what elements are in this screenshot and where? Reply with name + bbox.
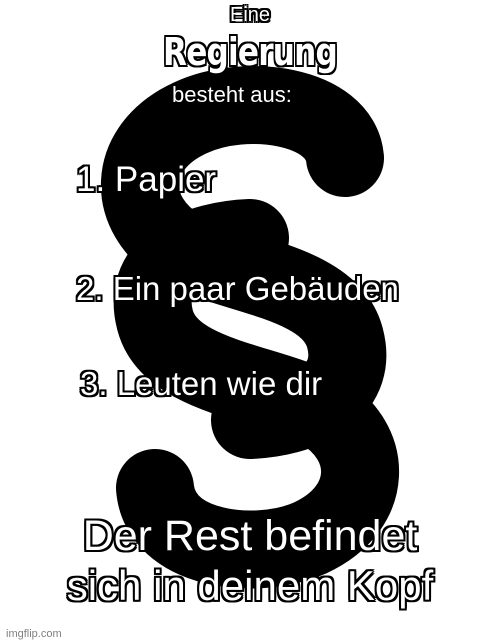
list-item: 2. Ein paar Gebäuden — [76, 270, 399, 307]
intro-text: Eine — [229, 4, 271, 26]
meme-canvas: Eine Regierung besteht aus: 1. Papier 2.… — [0, 0, 500, 643]
predicate-text: besteht aus: — [172, 82, 292, 107]
conclusion-line-1: Der Rest befindet — [82, 512, 418, 560]
list-item: 1. Papier — [76, 160, 217, 199]
watermark: imgflip.com — [6, 628, 62, 640]
list-item: 3. Leuten wie dir — [80, 365, 323, 402]
conclusion-line-2: sich in deinem Kopf — [66, 562, 434, 609]
subject-text: Regierung — [163, 30, 338, 74]
